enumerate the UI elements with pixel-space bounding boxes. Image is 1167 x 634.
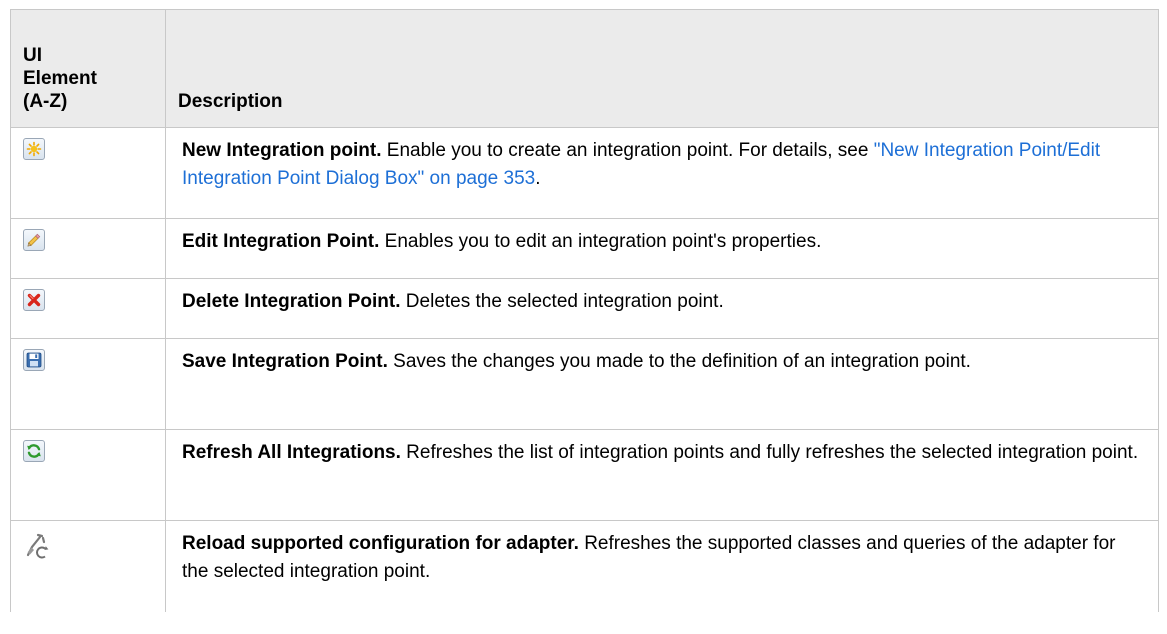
header-description: Description	[165, 9, 1159, 128]
header-ui-element: UI Element (A-Z)	[10, 9, 166, 128]
table-row: New Integration point. Enable you to cre…	[10, 127, 1159, 219]
element-description: Refreshes the list of integration points…	[400, 442, 1139, 463]
element-name: Save Integration Point.	[182, 351, 388, 372]
table-row: Edit Integration Point. Enables you to e…	[10, 218, 1159, 279]
element-name: Edit Integration Point.	[182, 231, 380, 252]
description-cell: Refresh All Integrations. Refreshes the …	[165, 429, 1159, 521]
description-cell: New Integration point. Enable you to cre…	[165, 127, 1159, 219]
element-description: Deletes the selected integration point.	[400, 291, 724, 312]
description-cell: Save Integration Point. Saves the change…	[165, 338, 1159, 430]
table-row: Refresh All Integrations. Refreshes the …	[10, 429, 1159, 521]
reload-config-wrench-icon	[23, 531, 53, 561]
icon-cell	[10, 127, 166, 219]
floppy-save-icon	[23, 349, 45, 371]
new-star-icon	[23, 138, 45, 160]
element-name: Reload supported configuration for adapt…	[182, 533, 579, 554]
table-header-row: UI Element (A-Z) Description	[10, 9, 1159, 128]
description-cell: Reload supported configuration for adapt…	[165, 520, 1159, 612]
icon-cell	[10, 338, 166, 430]
icon-cell	[10, 218, 166, 279]
header-ui-element-line: UI	[23, 45, 42, 66]
icon-cell	[10, 429, 166, 521]
element-description: Saves the changes you made to the defini…	[387, 351, 971, 372]
element-description: Enables you to edit an integration point…	[379, 231, 822, 252]
icon-cell	[10, 520, 166, 612]
table-row: Delete Integration Point. Deletes the se…	[10, 278, 1159, 339]
red-x-delete-icon	[23, 289, 45, 311]
table-row: Reload supported configuration for adapt…	[10, 520, 1159, 612]
element-name: Delete Integration Point.	[182, 291, 401, 312]
green-refresh-icon	[23, 440, 45, 462]
header-ui-element-line: Element	[23, 68, 97, 89]
description-cell: Edit Integration Point. Enables you to e…	[165, 218, 1159, 279]
table-row: Save Integration Point. Saves the change…	[10, 338, 1159, 430]
ui-elements-table: UI Element (A-Z) Description New Integra…	[10, 9, 1159, 612]
pencil-edit-icon	[23, 229, 45, 251]
element-description-end: .	[535, 168, 541, 189]
element-name: New Integration point.	[182, 140, 382, 161]
header-ui-element-line: (A-Z)	[23, 91, 68, 112]
description-cell: Delete Integration Point. Deletes the se…	[165, 278, 1159, 339]
element-description: Enable you to create an integration poin…	[381, 140, 874, 161]
element-name: Refresh All Integrations.	[182, 442, 401, 463]
icon-cell	[10, 278, 166, 339]
